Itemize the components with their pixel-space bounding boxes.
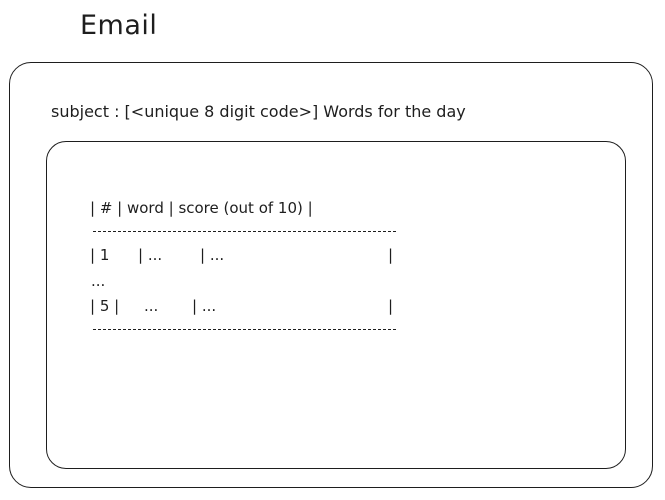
table-divider-top bbox=[93, 231, 396, 232]
row-number: | 5 | bbox=[90, 297, 120, 315]
row-end: | bbox=[388, 297, 394, 315]
row-score: | ... bbox=[200, 246, 225, 264]
table-divider-bottom bbox=[93, 329, 396, 330]
table-header: | # | word | score (out of 10) | bbox=[90, 199, 313, 217]
email-body bbox=[46, 141, 626, 469]
row-end: | bbox=[388, 246, 394, 264]
page-title: Email bbox=[80, 10, 158, 41]
row-word: | ... bbox=[138, 246, 163, 264]
row-ellipsis: ... bbox=[91, 272, 106, 290]
email-subject: subject : [<unique 8 digit code>] Words … bbox=[51, 102, 466, 121]
row-word: ... bbox=[144, 297, 159, 315]
row-number: | 1 bbox=[90, 246, 110, 264]
row-score: | ... bbox=[192, 297, 217, 315]
